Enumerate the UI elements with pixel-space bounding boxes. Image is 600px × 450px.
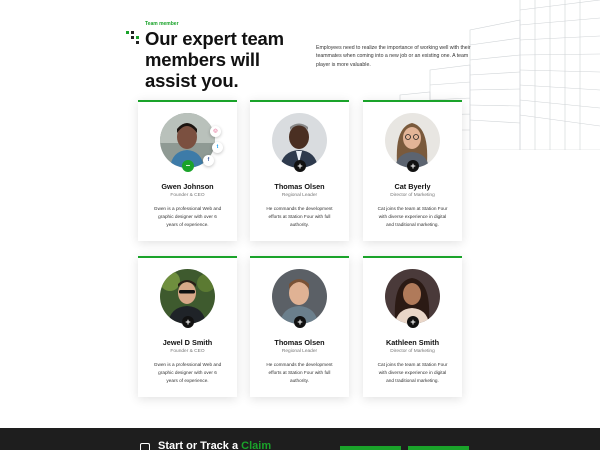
claim-heading-highlight: Claim bbox=[241, 440, 272, 450]
section-headline: Our expert team members will assist you. bbox=[145, 28, 284, 91]
instagram-icon[interactable]: ◎ bbox=[210, 126, 221, 137]
start-claim-button[interactable] bbox=[340, 446, 401, 450]
claim-heading-prefix: Start or Track a bbox=[158, 440, 242, 450]
member-bio: He commands the development efforts at S… bbox=[266, 362, 333, 384]
member-name: Cat Byerly bbox=[394, 182, 431, 191]
member-role: Regional Leader bbox=[281, 349, 318, 354]
team-card: + Cat Byerly Director of Marketing Cat j… bbox=[363, 100, 462, 241]
member-role: Founder & CEO bbox=[170, 349, 205, 354]
team-card: + Thomas Olsen Regional Leader He comman… bbox=[250, 100, 349, 241]
member-role: Founder & CEO bbox=[170, 193, 205, 198]
section-intro: Employees need to realize the importance… bbox=[316, 45, 471, 68]
member-name: Jewel D Smith bbox=[162, 338, 213, 347]
member-bio: Gwen is a professional Web and graphic d… bbox=[153, 206, 222, 228]
collapse-button[interactable]: – bbox=[182, 160, 194, 172]
claim-icon bbox=[140, 443, 150, 450]
member-bio: Gwen is a professional Web and graphic d… bbox=[153, 362, 222, 384]
member-bio: Cat joins the team at Station Four with … bbox=[377, 206, 448, 228]
team-card: + Kathleen Smith Director of Marketing C… bbox=[363, 256, 462, 397]
member-role: Director of Marketing bbox=[390, 193, 435, 198]
section-eyebrow: Team member bbox=[145, 21, 179, 27]
team-card: – ◎ t f Gwen Johnson Founder & CEO Gwen … bbox=[138, 100, 237, 241]
twitter-icon[interactable]: t bbox=[212, 142, 223, 153]
expand-button[interactable]: + bbox=[182, 316, 194, 328]
expand-button[interactable]: + bbox=[294, 316, 306, 328]
member-name: Thomas Olsen bbox=[274, 182, 325, 191]
expand-button[interactable]: + bbox=[294, 160, 306, 172]
member-role: Regional Leader bbox=[281, 193, 318, 198]
expand-button[interactable]: + bbox=[407, 160, 419, 172]
team-card: + Thomas Olsen Regional Leader He comman… bbox=[250, 256, 349, 397]
claim-footer-band bbox=[0, 428, 600, 450]
member-name: Kathleen Smith bbox=[385, 338, 440, 347]
member-name: Thomas Olsen bbox=[274, 338, 325, 347]
track-claim-button[interactable] bbox=[408, 446, 469, 450]
team-card: + Jewel D Smith Founder & CEO Gwen is a … bbox=[138, 256, 237, 397]
facebook-icon[interactable]: f bbox=[203, 155, 214, 166]
member-bio: Cat joins the team at Station Four with … bbox=[377, 362, 448, 384]
member-name: Gwen Johnson bbox=[161, 182, 214, 191]
section-dots-icon bbox=[126, 31, 140, 45]
member-role: Director of Marketing bbox=[390, 349, 435, 354]
claim-heading: Start or Track a Claim bbox=[158, 440, 271, 450]
member-bio: He commands the development efforts at S… bbox=[266, 206, 333, 228]
expand-button[interactable]: + bbox=[407, 316, 419, 328]
